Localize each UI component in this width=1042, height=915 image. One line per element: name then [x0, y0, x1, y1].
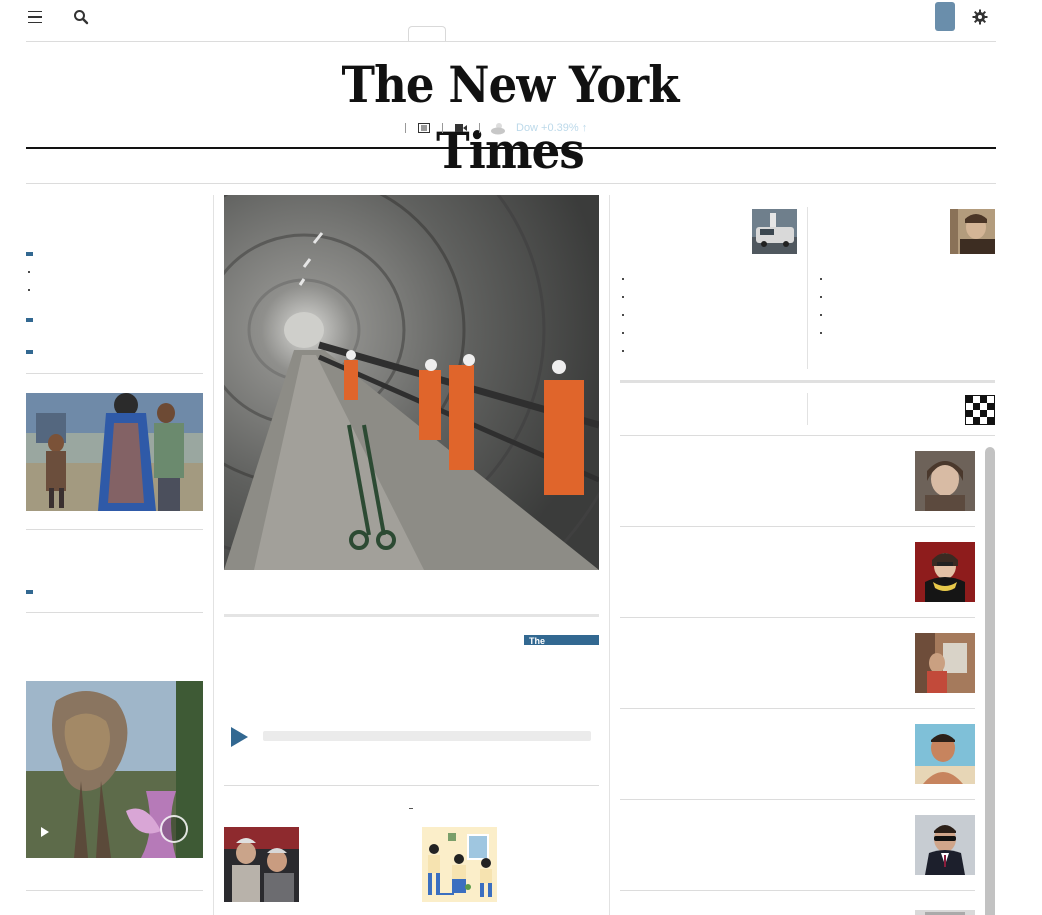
newspaper-icon[interactable] — [416, 121, 432, 135]
column-divider-center — [609, 195, 610, 915]
masthead-rule — [26, 147, 996, 149]
play-icon[interactable] — [41, 827, 49, 837]
column-divider-left — [213, 195, 214, 915]
story-divider — [26, 373, 203, 374]
scrollbar[interactable] — [985, 447, 995, 915]
list-divider — [620, 799, 975, 800]
masthead-subline: Dow +0.39% ↑ — [395, 119, 587, 137]
settings-button[interactable] — [971, 8, 989, 26]
story-thumb-1[interactable] — [915, 451, 975, 511]
search-icon — [74, 10, 89, 25]
story-photo-portrait[interactable] — [950, 209, 995, 254]
menu-button[interactable] — [27, 9, 43, 25]
story-thumb-5[interactable] — [915, 815, 975, 875]
nav-rule — [26, 183, 996, 184]
bullet — [28, 271, 30, 273]
list-divider — [620, 890, 975, 891]
cloud-sun-icon — [490, 121, 506, 135]
divider — [405, 123, 406, 133]
weather-ticker[interactable]: Dow +0.39% ↑ — [516, 122, 587, 134]
list-divider — [620, 708, 975, 709]
bullet — [622, 296, 624, 298]
bullet — [622, 332, 624, 334]
story-kicker-marker — [26, 350, 33, 354]
column-divider-right-mid — [807, 393, 808, 425]
lead-photo-tunnel[interactable] — [224, 195, 599, 570]
story-thumb-2[interactable] — [915, 542, 975, 602]
bullet — [622, 278, 624, 280]
list-divider — [620, 526, 975, 527]
bullet — [622, 314, 624, 316]
video-camera-icon[interactable] — [453, 121, 469, 135]
story-thumb-4[interactable] — [915, 724, 975, 784]
divider — [479, 123, 480, 133]
story-thumb-3[interactable] — [915, 633, 975, 693]
story-kicker-marker — [26, 318, 33, 322]
audio-progress-bar[interactable] — [263, 731, 591, 741]
story-photo-family[interactable] — [26, 393, 203, 511]
story-divider — [26, 612, 203, 613]
story-thumb-6[interactable] — [915, 906, 975, 915]
story-photo-elderly[interactable] — [224, 827, 299, 902]
section-rule — [620, 435, 995, 436]
account-button[interactable] — [935, 2, 955, 31]
hamburger-icon-line — [28, 21, 42, 23]
bullet — [622, 350, 624, 352]
story-illustration-family[interactable] — [422, 827, 497, 902]
play-icon[interactable] — [231, 727, 248, 747]
section-rule — [224, 614, 599, 617]
promo-banner[interactable]: The — [524, 635, 599, 645]
bullet — [820, 332, 822, 334]
divider — [442, 123, 443, 133]
top-divider — [26, 41, 996, 42]
bullet — [820, 278, 822, 280]
hamburger-icon — [28, 11, 42, 13]
bullet — [820, 314, 822, 316]
video-thumbnail-pandora[interactable] — [26, 681, 203, 858]
tab-notch — [408, 26, 446, 42]
bullet — [28, 289, 30, 291]
story-divider — [26, 529, 203, 530]
mute-icon[interactable] — [160, 815, 188, 843]
list-divider — [620, 617, 975, 618]
story-divider — [26, 890, 203, 891]
crossword-icon[interactable] — [965, 395, 995, 425]
masthead-logo[interactable]: The New York Times — [285, 52, 735, 180]
search-button[interactable] — [72, 8, 90, 26]
section-rule — [224, 785, 599, 786]
separator-mark — [409, 808, 413, 809]
section-rule — [620, 380, 995, 383]
bullet — [820, 296, 822, 298]
story-kicker-marker — [26, 252, 33, 256]
hamburger-icon-line — [28, 16, 42, 18]
gear-icon — [972, 9, 988, 25]
column-divider-right-top — [807, 207, 808, 369]
story-photo-car[interactable] — [752, 209, 797, 254]
story-kicker-marker — [26, 590, 33, 594]
